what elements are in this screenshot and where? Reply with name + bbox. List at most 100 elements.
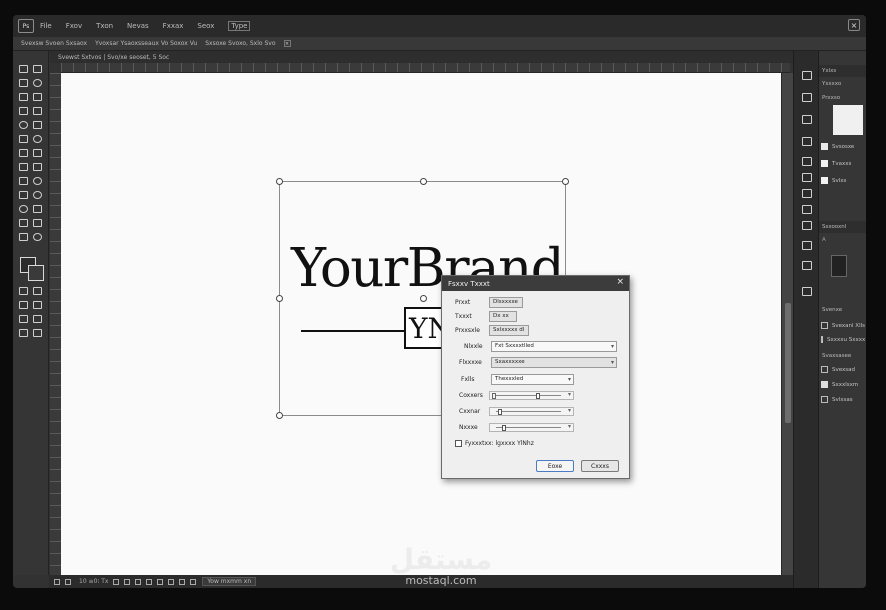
layer-row[interactable]: Svexanl Xlls	[821, 320, 865, 331]
channels-panel-icon[interactable]	[802, 241, 812, 250]
dialog-field[interactable]: Dx xx	[489, 311, 517, 322]
status-icon[interactable]	[190, 578, 197, 585]
patch-tool-icon[interactable]	[33, 135, 42, 143]
properties-panel-icon[interactable]	[802, 115, 812, 124]
libraries-panel-icon[interactable]	[802, 137, 812, 146]
menu-layer[interactable]: Nevas	[127, 22, 149, 30]
dialog-close-icon[interactable]: ×	[616, 277, 624, 287]
eraser-tool-icon[interactable]	[33, 177, 42, 185]
count-tool-icon[interactable]	[19, 315, 28, 323]
status-field[interactable]: Yow mxmm xn	[202, 577, 257, 586]
quick-mask-icon[interactable]	[19, 287, 28, 295]
pattern-stamp-tool-icon[interactable]	[33, 163, 42, 171]
dialog-title-bar[interactable]: Fsxxv Txxxt ×	[442, 276, 629, 291]
transform-handle-top-right[interactable]	[562, 178, 569, 185]
menu-file[interactable]: File	[40, 22, 52, 30]
brushes-panel-icon[interactable]	[802, 221, 812, 230]
status-icon[interactable]	[168, 578, 175, 585]
color-panel-tab[interactable]: Yxlxs	[819, 65, 866, 77]
background-color-swatch[interactable]	[28, 265, 44, 281]
transform-handle-bottom-left[interactable]	[276, 412, 283, 419]
paragraph-panel-icon[interactable]	[802, 189, 812, 198]
dodge-tool-icon[interactable]	[19, 205, 28, 213]
eyedropper-tool-icon[interactable]	[19, 121, 28, 129]
status-icon[interactable]	[65, 578, 71, 585]
preview-checkbox[interactable]	[455, 440, 462, 447]
status-icon[interactable]	[113, 578, 120, 585]
clone-stamp-tool-icon[interactable]	[19, 163, 28, 171]
move-tool-icon[interactable]	[19, 65, 28, 73]
chevron-down-icon[interactable]: ▾	[568, 391, 571, 398]
history-brush-tool-icon[interactable]	[19, 177, 28, 185]
quick-select-tool-icon[interactable]	[19, 93, 28, 101]
crop-tool-icon[interactable]	[19, 107, 28, 115]
slice-tool-icon[interactable]	[33, 107, 42, 115]
styles-panel-icon[interactable]	[802, 173, 812, 182]
zoom-tool-icon[interactable]	[19, 329, 28, 337]
path-select-tool-icon[interactable]	[33, 219, 42, 227]
paths-panel-icon[interactable]	[802, 261, 812, 270]
preset-row[interactable]: Svsosxe	[821, 141, 865, 152]
slider-knob[interactable]	[502, 425, 506, 431]
dialog-dropdown[interactable]: Fxt Sxxxxtlled ▾	[491, 341, 617, 352]
transform-handle-left[interactable]	[276, 295, 283, 302]
ok-button[interactable]: Eoxe	[536, 460, 574, 472]
hand-tool-icon[interactable]	[33, 233, 42, 241]
shape-tool-icon[interactable]	[19, 233, 28, 241]
corner-slider[interactable]: ▾	[489, 407, 574, 416]
canvas-document[interactable]: YourBrand YN	[61, 73, 781, 575]
dialog-dropdown[interactable]: Thexxxled ▾	[491, 374, 574, 385]
slider-knob[interactable]	[498, 409, 502, 415]
magic-wand-tool-icon[interactable]	[33, 93, 42, 101]
status-icon[interactable]	[135, 578, 142, 585]
status-icon[interactable]	[146, 578, 153, 585]
window-close-button[interactable]: ×	[848, 19, 860, 31]
fx-row[interactable]: Svlxsas	[821, 394, 865, 405]
transform-handle-top-left[interactable]	[276, 178, 283, 185]
actions-panel-icon[interactable]	[802, 93, 812, 102]
status-icon[interactable]	[157, 578, 164, 585]
chevron-down-icon[interactable]: ▾	[568, 407, 571, 414]
adjustment-thumbnail[interactable]	[831, 255, 847, 277]
color-preview[interactable]	[833, 105, 863, 135]
edit-toolbar-icon[interactable]	[33, 329, 42, 337]
vertical-ruler[interactable]	[50, 73, 61, 575]
menu-filter[interactable]: Seox	[197, 22, 214, 30]
gradient-tool-icon[interactable]	[19, 191, 28, 199]
corners-slider[interactable]: ▾	[489, 391, 574, 400]
healing-brush-tool-icon[interactable]	[19, 135, 28, 143]
dialog-field[interactable]: Sxlxxxxx dl	[489, 325, 529, 336]
blur-tool-icon[interactable]	[33, 191, 42, 199]
menu-image[interactable]: Txon	[96, 22, 113, 30]
history-panel-icon[interactable]	[802, 71, 812, 80]
option-item[interactable]: Yvoxsar Ysaoxsseaux Vo Soxox Vu	[95, 40, 197, 47]
character-panel-icon[interactable]	[802, 205, 812, 214]
fx-row[interactable]: Svexsad	[821, 364, 865, 375]
chevron-down-icon[interactable]: ▾	[568, 423, 571, 430]
ruler-tool-icon[interactable]	[33, 121, 42, 129]
options-close-icon[interactable]: ×	[283, 40, 291, 47]
status-icon[interactable]	[54, 578, 60, 585]
option-item[interactable]: Svexsw Svoen Sxsaox	[21, 40, 87, 47]
frame-tool-icon[interactable]	[19, 301, 28, 309]
menu-select[interactable]: Fxxax	[163, 22, 184, 30]
dialog-dropdown[interactable]: Sxaxxxxxe ▾	[491, 357, 617, 368]
status-icon[interactable]	[124, 578, 131, 585]
timeline-panel-icon[interactable]	[802, 287, 812, 296]
adjustments-panel-icon[interactable]	[802, 157, 812, 166]
rotate-view-tool-icon[interactable]	[33, 315, 42, 323]
pen-tool-icon[interactable]	[33, 205, 42, 213]
note-tool-icon[interactable]	[33, 301, 42, 309]
cancel-button[interactable]: Cxxxs	[581, 460, 619, 472]
fx-row[interactable]: Sxxxlsxm	[821, 379, 865, 390]
vertical-scrollbar[interactable]	[781, 73, 793, 575]
marquee-tool-icon[interactable]	[19, 79, 28, 87]
preset-row[interactable]: Svlxs	[821, 175, 865, 186]
horizontal-ruler[interactable]	[61, 63, 790, 73]
layer-row[interactable]: Sxxxxu Sxxxx	[821, 334, 865, 345]
screen-mode-icon[interactable]	[33, 287, 42, 295]
document-tab[interactable]: Svewst Sxtvos | Svo/xe seoset, 5 Soc	[58, 54, 169, 61]
brush-tool-icon[interactable]	[19, 149, 28, 157]
adjustments-panel-tab[interactable]: Ssxooxnl	[819, 221, 866, 233]
artboard-tool-icon[interactable]	[33, 65, 42, 73]
